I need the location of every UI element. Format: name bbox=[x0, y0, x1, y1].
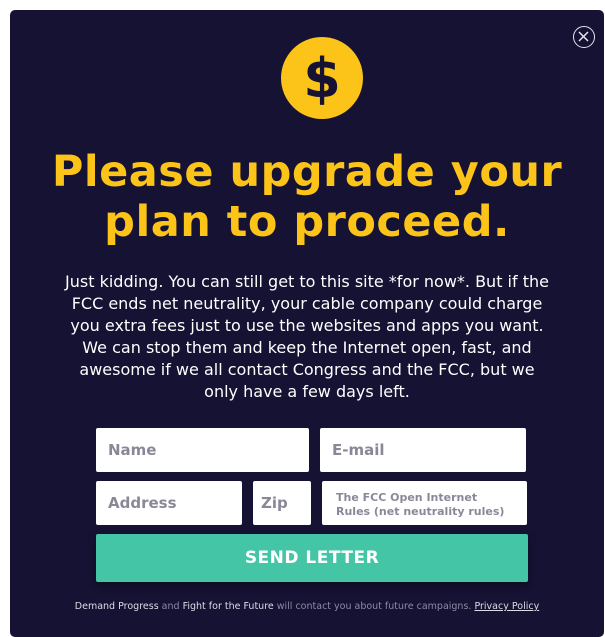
name-input[interactable] bbox=[96, 428, 309, 472]
petition-modal: $ Please upgrade your plan to proceed. J… bbox=[10, 10, 604, 637]
footer-org-demand-progress: Demand Progress bbox=[74, 601, 159, 612]
email-input[interactable] bbox=[320, 428, 526, 472]
footer-disclaimer: Demand Progress and Fight for the Future… bbox=[10, 601, 604, 612]
address-input[interactable] bbox=[96, 481, 242, 525]
footer-org-fight-for-the-future: Fight for the Future bbox=[182, 601, 274, 612]
body-text: Just kidding. You can still get to this … bbox=[65, 272, 549, 401]
privacy-policy-link[interactable]: Privacy Policy bbox=[474, 601, 539, 612]
headline: Please upgrade your plan to proceed. bbox=[51, 147, 563, 247]
send-letter-button[interactable]: SEND LETTER bbox=[96, 534, 528, 582]
close-icon bbox=[578, 31, 589, 42]
zip-input[interactable] bbox=[253, 481, 311, 525]
dollar-coin-icon: $ bbox=[281, 37, 363, 119]
footer-and: and bbox=[158, 601, 183, 612]
comment-textarea[interactable] bbox=[322, 481, 527, 525]
footer-message: will contact you about future campaigns. bbox=[273, 601, 475, 612]
dollar-sign: $ bbox=[303, 47, 341, 110]
close-button[interactable] bbox=[573, 26, 595, 48]
